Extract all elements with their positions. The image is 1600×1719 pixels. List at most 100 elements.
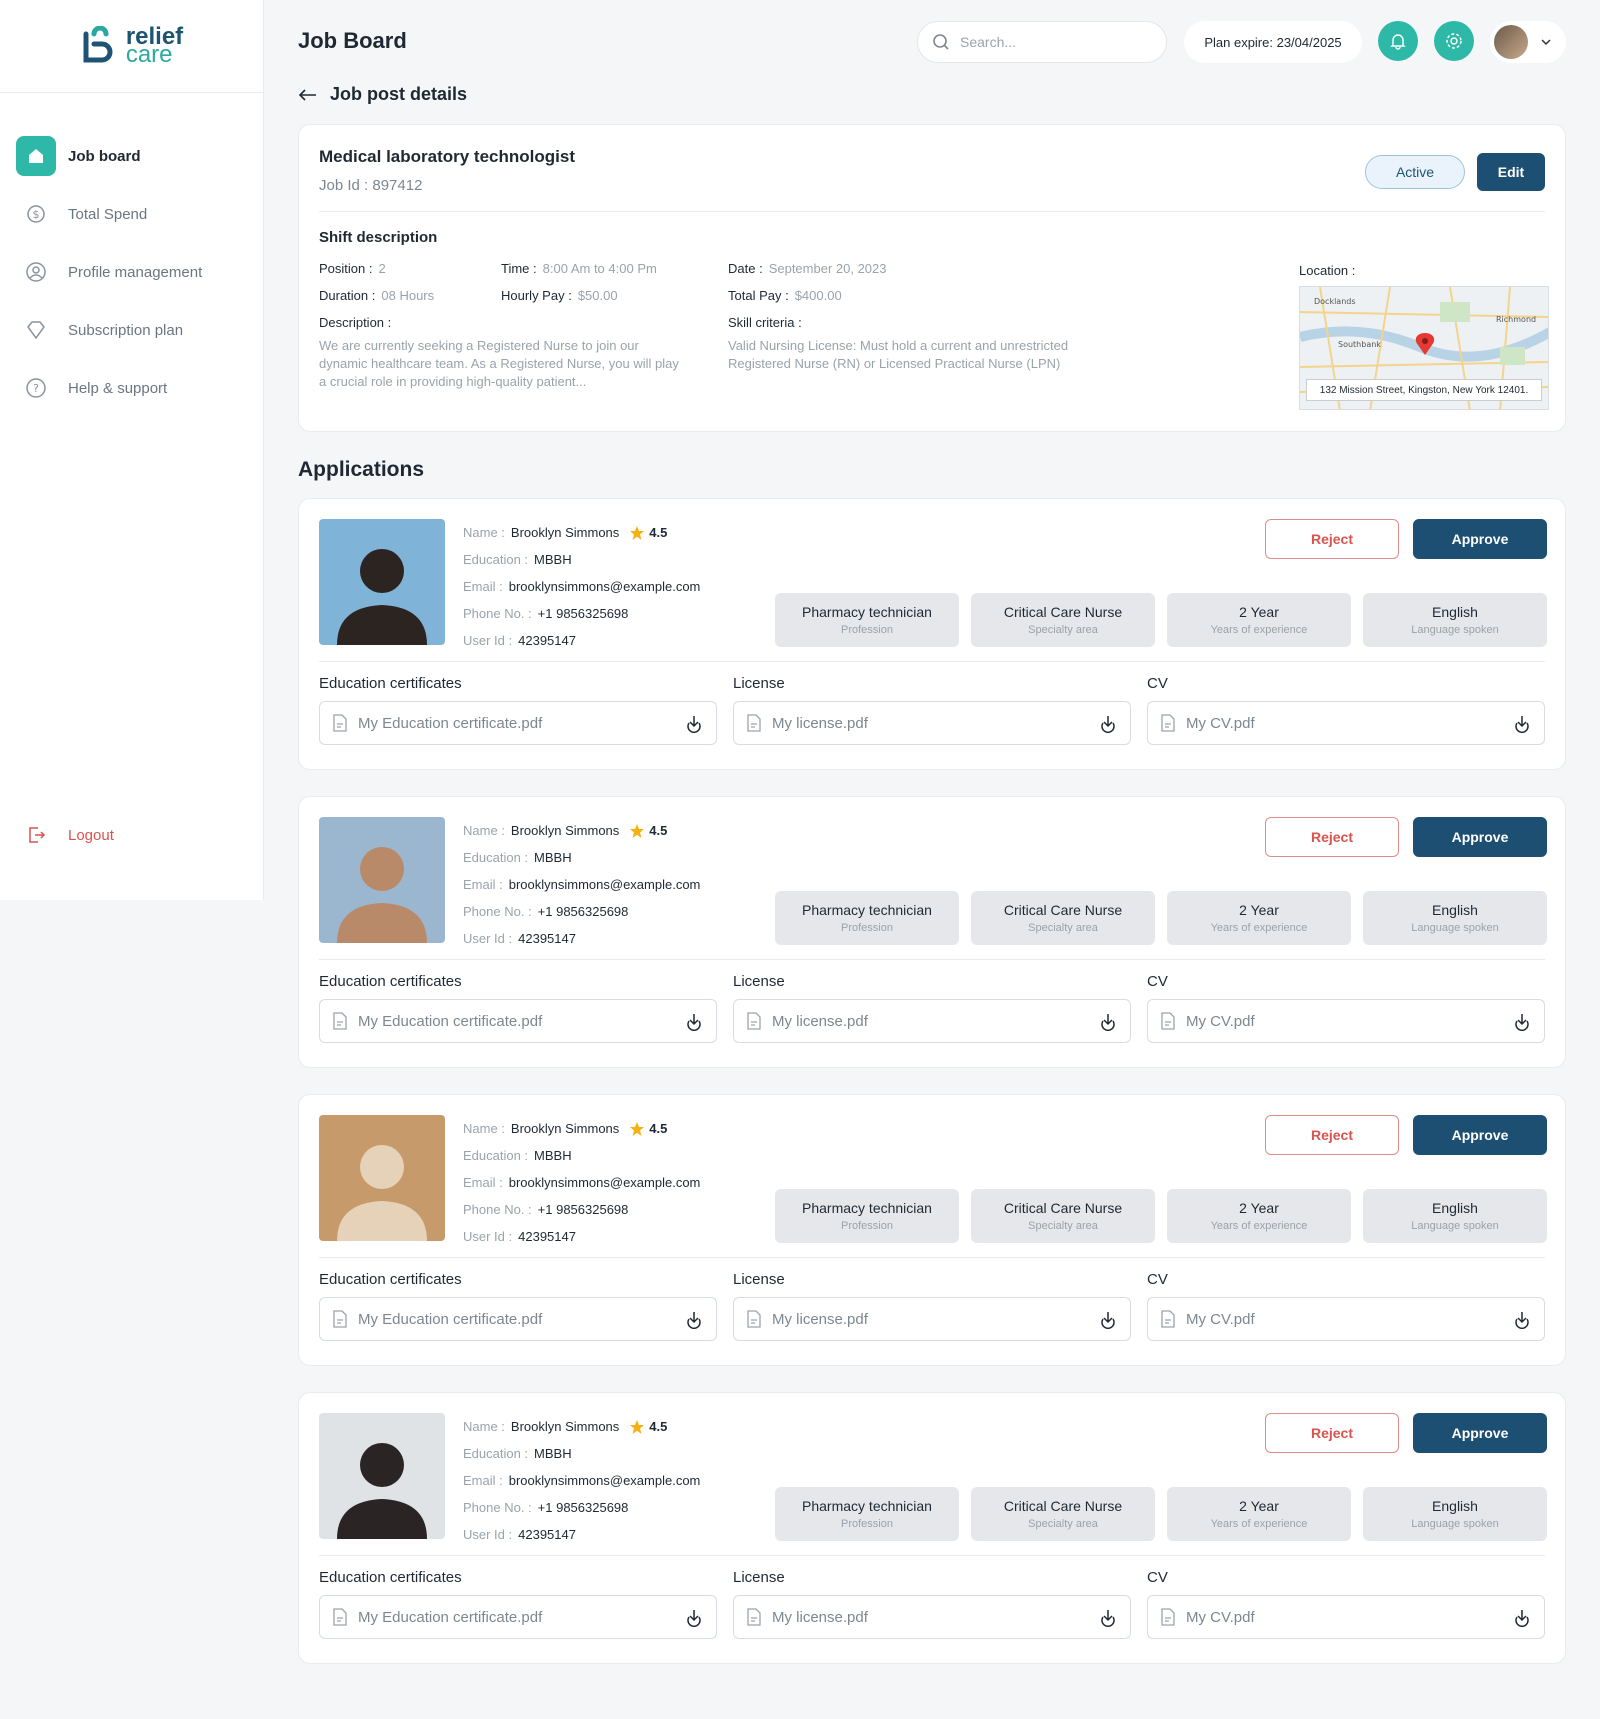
applicant-files: Education certificates My Education cert…: [319, 973, 1545, 1043]
description-label: Description :: [319, 315, 392, 330]
name-row: Name : Brooklyn Simmons 4.5: [463, 817, 700, 844]
license-file[interactable]: My license.pdf: [733, 1595, 1131, 1639]
home-icon: [16, 136, 56, 176]
file-name: My CV.pdf: [1186, 714, 1255, 732]
approve-button[interactable]: Approve: [1413, 817, 1547, 857]
search-box[interactable]: [917, 21, 1167, 63]
approve-button[interactable]: Approve: [1413, 519, 1547, 559]
reject-button[interactable]: Reject: [1265, 1115, 1399, 1155]
reject-button[interactable]: Reject: [1265, 519, 1399, 559]
email-value: brooklynsimmons@example.com: [508, 1473, 701, 1488]
settings-button[interactable]: [1434, 21, 1474, 61]
hourly-pay-field: Hourly Pay : $50.00: [501, 288, 618, 303]
education-file[interactable]: My Education certificate.pdf: [319, 1297, 717, 1341]
license-file[interactable]: My license.pdf: [733, 999, 1131, 1043]
divider: [319, 959, 1545, 960]
specialty-chip: Critical Care Nurse Specialty area: [971, 593, 1155, 647]
document-icon: [333, 1310, 347, 1328]
download-icon[interactable]: [684, 713, 704, 733]
chip-subtitle: Language spoken: [1411, 1220, 1499, 1232]
download-icon[interactable]: [1098, 1011, 1118, 1031]
download-icon[interactable]: [1512, 1607, 1532, 1627]
chip-title: Pharmacy technician: [802, 902, 932, 918]
approve-button[interactable]: Approve: [1413, 1413, 1547, 1453]
download-icon[interactable]: [1098, 713, 1118, 733]
document-icon: [333, 714, 347, 732]
chip-title: Pharmacy technician: [802, 604, 932, 620]
license-file[interactable]: My license.pdf: [733, 1297, 1131, 1341]
cv-file[interactable]: My CV.pdf: [1147, 1297, 1545, 1341]
applicant-chips: Pharmacy technician Profession Critical C…: [775, 1487, 1547, 1541]
star-icon: [630, 525, 645, 540]
location-map[interactable]: Docklands Richmond Southbank 132 Mission…: [1299, 286, 1549, 410]
cv-file[interactable]: My CV.pdf: [1147, 701, 1545, 745]
user-id-row: User Id : 42395147: [463, 1521, 700, 1548]
map-address: 132 Mission Street, Kingston, New York 1…: [1306, 379, 1542, 401]
document-icon: [747, 1012, 761, 1030]
sidebar-item-label: Help & support: [68, 379, 168, 397]
email-row: Email : brooklynsimmons@example.com: [463, 1169, 700, 1196]
chip-subtitle: Years of experience: [1210, 1220, 1308, 1232]
download-icon[interactable]: [1512, 713, 1532, 733]
sidebar: relief care Job board $ Total Spend Prof…: [0, 0, 264, 900]
license-file[interactable]: My license.pdf: [733, 701, 1131, 745]
name-label: Name :: [463, 525, 505, 540]
time-label: Time :: [501, 261, 537, 276]
profile-menu[interactable]: [1490, 21, 1566, 63]
sidebar-item-total-spend[interactable]: $ Total Spend: [16, 193, 247, 235]
search-input[interactable]: [960, 34, 1150, 50]
cv-file[interactable]: My CV.pdf: [1147, 1595, 1545, 1639]
sidebar-item-label: Total Spend: [68, 205, 148, 223]
education-file[interactable]: My Education certificate.pdf: [319, 1595, 717, 1639]
dollar-icon: $: [16, 194, 56, 234]
bell-icon: [1390, 34, 1406, 50]
cv-files: CV My CV.pdf: [1147, 1271, 1545, 1341]
download-icon[interactable]: [1512, 1011, 1532, 1031]
download-icon[interactable]: [1512, 1309, 1532, 1329]
reject-button[interactable]: Reject: [1265, 817, 1399, 857]
download-icon[interactable]: [684, 1309, 704, 1329]
education-file[interactable]: My Education certificate.pdf: [319, 999, 717, 1043]
file-name: My CV.pdf: [1186, 1310, 1255, 1328]
rating-value: 4.5: [649, 525, 668, 540]
chip-subtitle: Specialty area: [1028, 1518, 1098, 1530]
download-icon[interactable]: [1098, 1309, 1118, 1329]
diamond-icon: [16, 310, 56, 350]
chip-title: Critical Care Nurse: [1003, 1498, 1123, 1514]
sidebar-item-subscription-plan[interactable]: Subscription plan: [16, 309, 247, 351]
download-icon[interactable]: [684, 1011, 704, 1031]
education-label: Education :: [463, 1446, 529, 1461]
reject-button[interactable]: Reject: [1265, 1413, 1399, 1453]
sidebar-item-help-support[interactable]: ? Help & support: [16, 367, 247, 409]
education-row: Education : MBBH: [463, 844, 700, 871]
user-id-value: 42395147: [518, 931, 576, 946]
education-file[interactable]: My Education certificate.pdf: [319, 701, 717, 745]
document-icon: [1161, 1608, 1175, 1626]
name-label: Name :: [463, 823, 505, 838]
email-label: Email :: [463, 579, 503, 594]
approve-button[interactable]: Approve: [1413, 1115, 1547, 1155]
edit-button[interactable]: Edit: [1477, 153, 1545, 191]
phone-label: Phone No. :: [463, 904, 532, 919]
education-row: Education : MBBH: [463, 1440, 700, 1467]
application-card: Name : Brooklyn Simmons 4.5 Education : M…: [298, 1094, 1566, 1366]
back-link[interactable]: Job post details: [298, 84, 467, 105]
applicant-name: Brooklyn Simmons: [510, 823, 620, 838]
download-icon[interactable]: [684, 1607, 704, 1627]
cv-files: CV My CV.pdf: [1147, 1569, 1545, 1639]
notifications-button[interactable]: [1378, 21, 1418, 61]
download-icon[interactable]: [1098, 1607, 1118, 1627]
user-id-value: 42395147: [518, 1527, 576, 1542]
phone-value: +1 9856325698: [537, 904, 629, 919]
chip-title: Critical Care Nurse: [1003, 902, 1123, 918]
map-label: Richmond: [1496, 315, 1536, 324]
position-label: Position :: [319, 261, 373, 276]
name-row: Name : Brooklyn Simmons 4.5: [463, 519, 700, 546]
sidebar-item-label: Subscription plan: [68, 321, 184, 339]
cv-files: CV My CV.pdf: [1147, 675, 1545, 745]
sidebar-item-job-board[interactable]: Job board: [16, 135, 247, 177]
education-value: MBBH: [534, 552, 572, 567]
logout-button[interactable]: Logout: [16, 814, 114, 856]
sidebar-item-profile-management[interactable]: Profile management: [16, 251, 247, 293]
cv-file[interactable]: My CV.pdf: [1147, 999, 1545, 1043]
